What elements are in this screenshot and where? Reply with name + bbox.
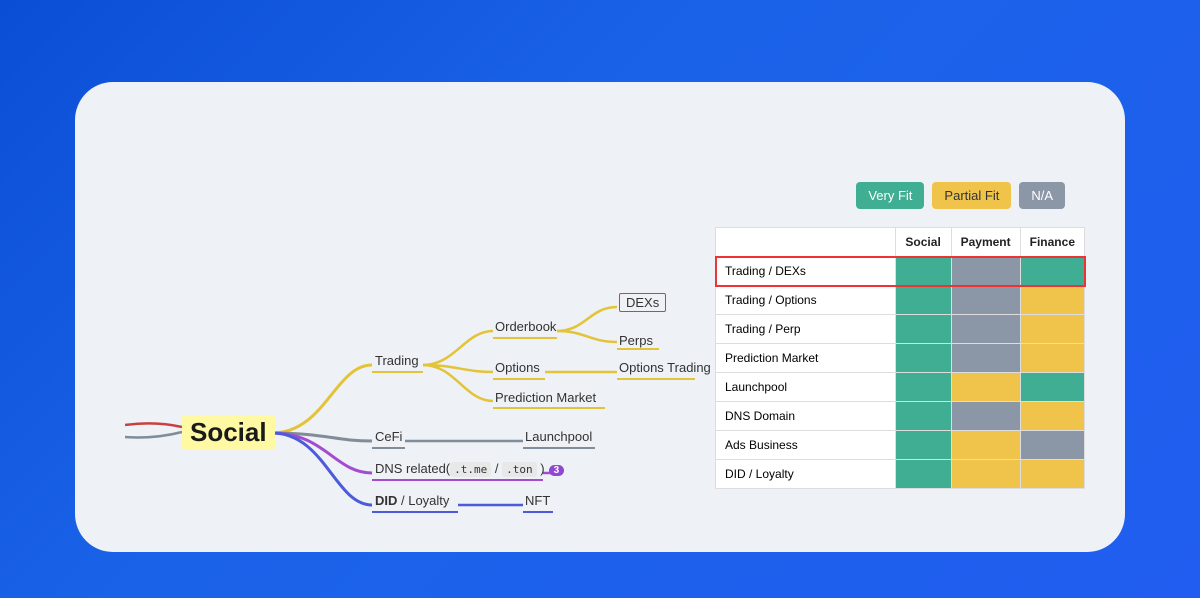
fit-cell: [951, 257, 1020, 286]
dns-label: DNS related(: [375, 461, 450, 476]
fit-cell: [895, 431, 951, 460]
fit-cell: [951, 373, 1020, 402]
node-perps[interactable]: Perps: [619, 333, 653, 348]
node-dexs[interactable]: DEXs: [619, 293, 666, 312]
table-row: Ads Business: [716, 431, 1085, 460]
did-rest: / Loyalty: [397, 493, 449, 508]
dns-code-tme: .t.me: [450, 462, 491, 477]
header-social: Social: [895, 228, 951, 257]
row-label: Ads Business: [716, 431, 896, 460]
row-label: Trading / Perp: [716, 315, 896, 344]
fit-cell: [895, 344, 951, 373]
node-dns[interactable]: DNS related(.t.me / .ton ) 3: [375, 461, 564, 476]
fit-matrix: Very Fit Partial Fit N/A Social Payment …: [715, 182, 1085, 489]
content-card: Social Trading Orderbook DEXs Perps Opti…: [75, 82, 1125, 552]
dns-code-ton: .ton: [502, 462, 537, 477]
fit-cell: [895, 460, 951, 489]
dns-close: ): [537, 461, 545, 476]
node-launchpool[interactable]: Launchpool: [525, 429, 592, 444]
mindmap: Social Trading Orderbook DEXs Perps Opti…: [125, 237, 695, 527]
table-row: DID / Loyalty: [716, 460, 1085, 489]
row-label: Prediction Market: [716, 344, 896, 373]
fit-cell: [895, 373, 951, 402]
node-trading[interactable]: Trading: [375, 353, 419, 368]
fit-cell: [1020, 431, 1084, 460]
legend-partial: Partial Fit: [932, 182, 1011, 209]
node-options[interactable]: Options: [495, 360, 540, 375]
root-node[interactable]: Social: [182, 415, 275, 450]
node-nft[interactable]: NFT: [525, 493, 550, 508]
row-label: DID / Loyalty: [716, 460, 896, 489]
row-label: DNS Domain: [716, 402, 896, 431]
fit-cell: [1020, 344, 1084, 373]
fit-cell: [895, 286, 951, 315]
fit-cell: [895, 402, 951, 431]
dns-sep: /: [491, 461, 502, 476]
header-blank: [716, 228, 896, 257]
row-label: Launchpool: [716, 373, 896, 402]
fit-cell: [1020, 286, 1084, 315]
fit-cell: [895, 257, 951, 286]
did-prefix: DID: [375, 493, 397, 508]
table-row: Launchpool: [716, 373, 1085, 402]
fit-cell: [1020, 257, 1084, 286]
node-did[interactable]: DID / Loyalty: [375, 493, 449, 508]
legend-na: N/A: [1019, 182, 1065, 209]
table-row: Trading / Perp: [716, 315, 1085, 344]
table-row: Trading / Options: [716, 286, 1085, 315]
node-prediction[interactable]: Prediction Market: [495, 390, 596, 405]
fit-cell: [951, 431, 1020, 460]
fit-cell: [1020, 315, 1084, 344]
node-orderbook[interactable]: Orderbook: [495, 319, 556, 334]
header-payment: Payment: [951, 228, 1020, 257]
legend: Very Fit Partial Fit N/A: [715, 182, 1085, 209]
table-row: Trading / DEXs: [716, 257, 1085, 286]
node-options-trading[interactable]: Options Trading: [619, 360, 711, 375]
fit-table: Social Payment Finance Trading / DEXsTra…: [715, 227, 1085, 489]
fit-cell: [951, 344, 1020, 373]
fit-cell: [951, 460, 1020, 489]
row-label: Trading / Options: [716, 286, 896, 315]
header-finance: Finance: [1020, 228, 1084, 257]
table-row: DNS Domain: [716, 402, 1085, 431]
legend-veryfit: Very Fit: [856, 182, 924, 209]
fit-cell: [951, 315, 1020, 344]
table-row: Prediction Market: [716, 344, 1085, 373]
fit-cell: [1020, 460, 1084, 489]
fit-cell: [1020, 402, 1084, 431]
fit-cell: [951, 402, 1020, 431]
row-label: Trading / DEXs: [716, 257, 896, 286]
fit-cell: [951, 286, 1020, 315]
dns-badge: 3: [549, 465, 565, 476]
node-cefi[interactable]: CeFi: [375, 429, 402, 444]
fit-cell: [1020, 373, 1084, 402]
fit-cell: [895, 315, 951, 344]
